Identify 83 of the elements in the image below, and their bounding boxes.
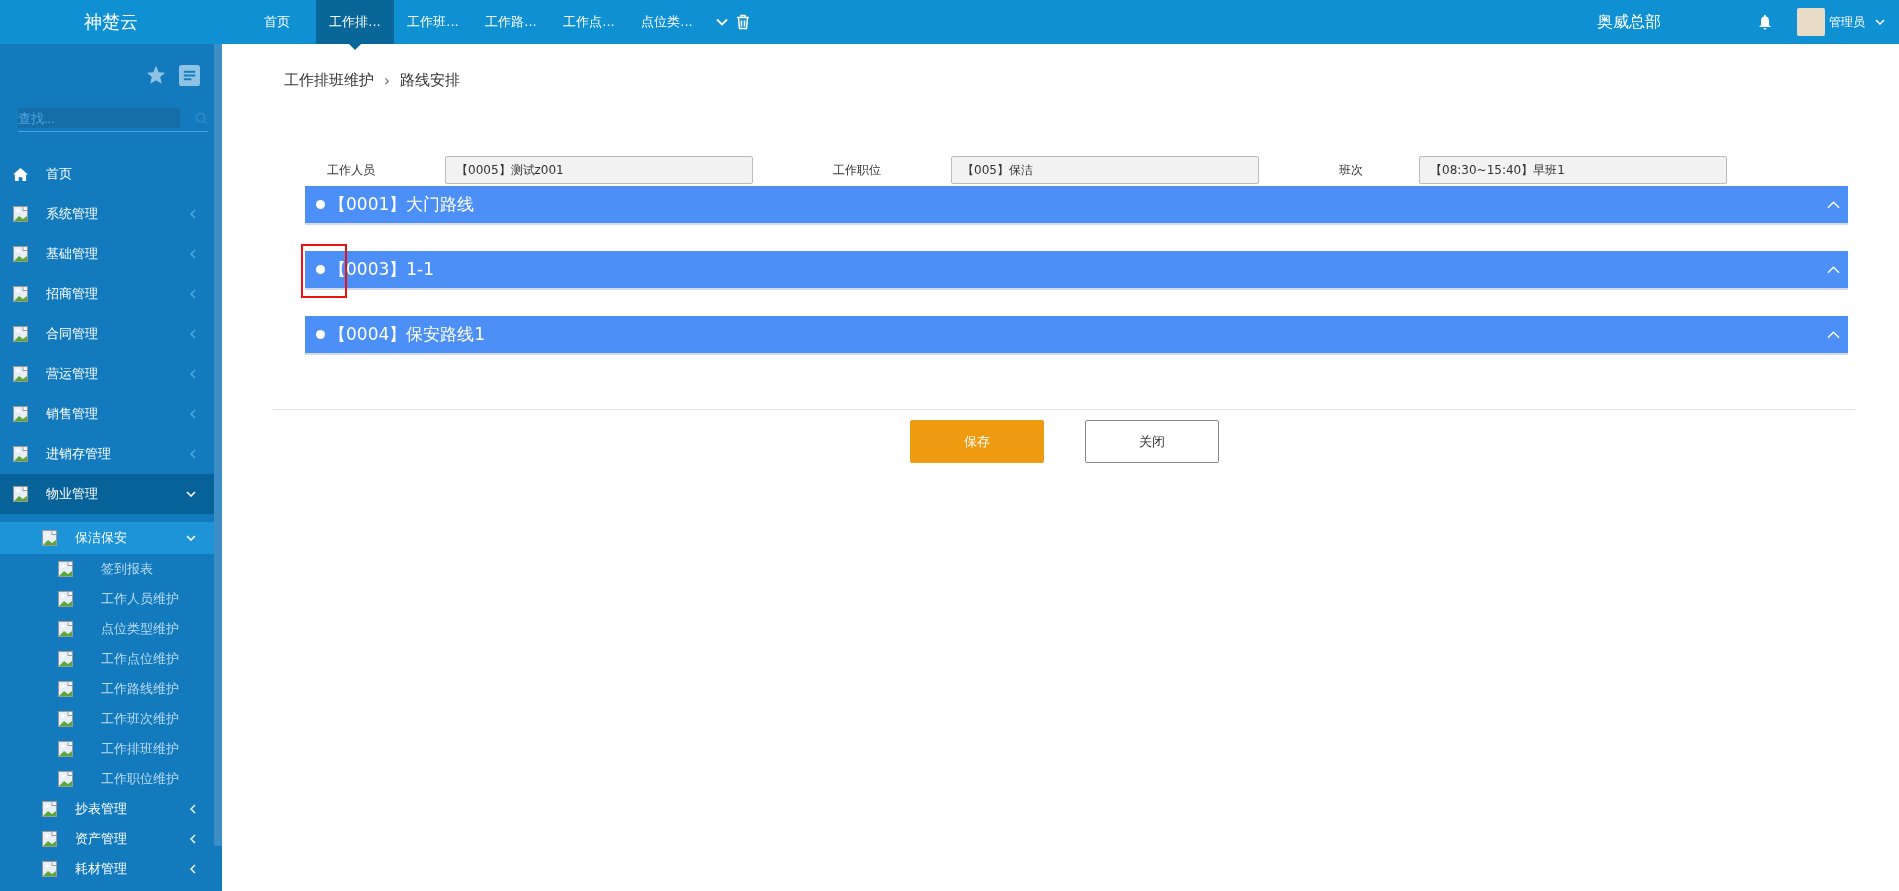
field-label: 工作人员: [327, 161, 376, 179]
broken-image-icon: [13, 246, 28, 262]
close-button[interactable]: 关闭: [1084, 420, 1219, 463]
trash-icon[interactable]: [736, 14, 750, 30]
sidebar-item[interactable]: 保洁保安: [0, 522, 214, 554]
active-tab-pointer: [349, 44, 361, 50]
broken-image-icon: [13, 206, 28, 222]
user-name[interactable]: 管理员: [1829, 13, 1865, 31]
sidebar-item[interactable]: 点位类型维护: [0, 614, 214, 644]
broken-image-icon: [13, 286, 28, 302]
home-icon: [13, 167, 28, 181]
sidebar-item[interactable]: 工作职位维护: [0, 764, 214, 794]
chevron-up-icon: [1827, 265, 1840, 274]
nav-tab[interactable]: 点位类...: [628, 0, 706, 44]
caret-icon[interactable]: [1875, 19, 1885, 25]
scrollbar[interactable]: [214, 44, 222, 846]
sidebar-item[interactable]: 耗材管理: [0, 854, 214, 884]
field-label: 班次: [1339, 161, 1364, 179]
sidebar-item[interactable]: 工作人员维护: [0, 584, 214, 614]
text-field[interactable]: 【005】保洁: [951, 156, 1259, 184]
route-panel-header[interactable]: 【0004】保安路线1: [305, 316, 1848, 355]
route-panel-header[interactable]: 【0001】大门路线: [305, 186, 1848, 225]
broken-image-icon: [58, 771, 73, 787]
broken-image-icon: [13, 366, 28, 382]
sidebar-item[interactable]: 抄表管理: [0, 794, 214, 824]
broken-image-icon: [58, 591, 73, 607]
sidebar-item[interactable]: 销售管理: [0, 394, 214, 434]
breadcrumb-current: 路线安排: [400, 71, 460, 90]
sidebar-item[interactable]: 招商管理: [0, 274, 214, 314]
breadcrumb-link[interactable]: 工作排班维护: [284, 71, 374, 90]
broken-image-icon: [58, 561, 73, 577]
sidebar-item[interactable]: 系统管理: [0, 194, 214, 234]
nav-tab[interactable]: 工作路...: [472, 0, 550, 44]
sidebar-item[interactable]: 合同管理: [0, 314, 214, 354]
broken-image-icon: [42, 831, 57, 847]
broken-image-icon: [58, 681, 73, 697]
nav-tab[interactable]: 首页: [238, 0, 316, 44]
organization-name: 奥威总部: [1597, 11, 1661, 33]
broken-image-icon: [58, 711, 73, 727]
search-icon[interactable]: [195, 111, 208, 125]
document-icon[interactable]: [179, 64, 200, 86]
sidebar-item[interactable]: 工作班次维护: [0, 704, 214, 734]
star-icon[interactable]: [145, 64, 167, 86]
text-field[interactable]: 【08:30~15:40】早班1: [1419, 156, 1727, 184]
app-logo-text: 神楚云: [83, 10, 139, 34]
sidebar-item[interactable]: 基础管理: [0, 234, 214, 274]
broken-image-icon: [58, 651, 73, 667]
sidebar-item[interactable]: 工作排班维护: [0, 734, 214, 764]
broken-image-icon: [58, 621, 73, 637]
chevron-down-icon[interactable]: [716, 18, 728, 26]
broken-image-icon: [13, 406, 28, 422]
dot-icon: [316, 265, 325, 274]
nav-tab[interactable]: 工作班...: [394, 0, 472, 44]
breadcrumb-separator: ›: [384, 71, 390, 90]
sidebar-item[interactable]: 签到报表: [0, 554, 214, 584]
save-button[interactable]: 保存: [909, 420, 1044, 463]
broken-image-icon: [13, 446, 28, 462]
broken-image-icon: [42, 530, 57, 546]
broken-image-icon: [58, 741, 73, 757]
chevron-up-icon: [1827, 200, 1840, 209]
broken-image-icon: [42, 861, 57, 877]
sidebar-item[interactable]: 首页: [0, 154, 214, 194]
field-label: 工作职位: [833, 161, 882, 179]
sidebar-item[interactable]: 工作路线维护: [0, 674, 214, 704]
route-title: 【0001】大门路线: [329, 193, 475, 216]
route-title: 【0004】保安路线1: [329, 323, 486, 346]
dot-icon: [316, 200, 325, 209]
broken-image-icon: [13, 486, 28, 502]
broken-image-icon: [42, 801, 57, 817]
route-panel-header[interactable]: 【0003】1-1: [305, 251, 1848, 290]
route-title: 【0003】1-1: [329, 258, 435, 281]
sidebar-item[interactable]: 进销存管理: [0, 434, 214, 474]
sidebar-item[interactable]: 资产管理: [0, 824, 214, 854]
chevron-up-icon: [1827, 330, 1840, 339]
bell-icon[interactable]: [1757, 14, 1773, 30]
sidebar-item[interactable]: 物业管理: [0, 474, 214, 514]
nav-tab[interactable]: 工作点...: [550, 0, 628, 44]
dot-icon: [316, 330, 325, 339]
broken-image-icon: [13, 326, 28, 342]
sidebar-item[interactable]: 营运管理: [0, 354, 214, 394]
sidebar-item[interactable]: 工作点位维护: [0, 644, 214, 674]
nav-tab[interactable]: 工作排...: [316, 0, 394, 44]
text-field[interactable]: 【0005】测试z001: [445, 156, 753, 184]
